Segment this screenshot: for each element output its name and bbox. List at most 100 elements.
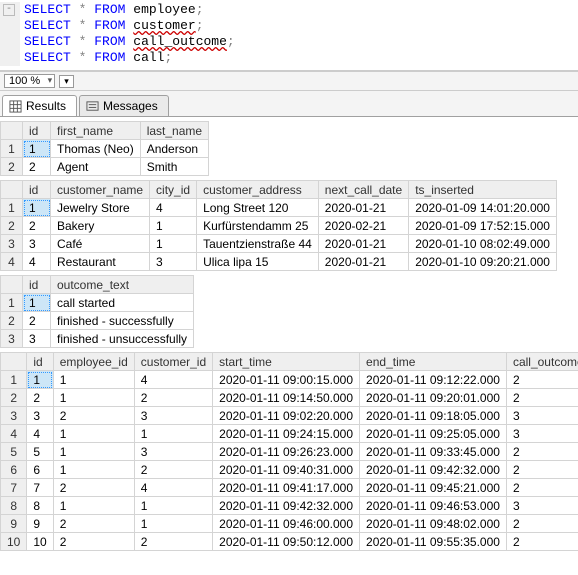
row-header[interactable]: 7 [1,479,27,497]
cell[interactable]: Bakery [51,217,150,235]
sql-line[interactable]: SELECT * FROM customer; [0,18,578,34]
zoom-dropdown[interactable]: 100 % [4,74,55,88]
cell[interactable]: 10 [27,533,53,551]
sql-editor[interactable]: -SELECT * FROM employee;SELECT * FROM cu… [0,0,578,71]
cell[interactable]: 2020-01-21 [318,199,408,217]
row-header[interactable]: 1 [1,371,27,389]
cell[interactable]: 2020-01-11 09:40:31.000 [213,461,360,479]
cell[interactable]: 2020-01-11 09:48:02.000 [360,515,507,533]
table-row[interactable]: 11Thomas (Neo)Anderson [1,140,209,158]
cell[interactable]: 3 [506,425,578,443]
cell[interactable]: 2 [27,389,53,407]
tab-messages[interactable]: Messages [79,95,169,116]
col-header[interactable]: last_name [140,122,208,140]
table-row[interactable]: 22Bakery1Kurfürstendamm 252020-02-212020… [1,217,557,235]
cell[interactable]: 2 [134,389,212,407]
cell[interactable]: 1 [23,199,51,217]
cell[interactable]: Thomas (Neo) [51,140,141,158]
cell[interactable]: 2020-01-11 09:50:12.000 [213,533,360,551]
cell[interactable]: 2020-01-21 [318,235,408,253]
col-header[interactable]: customer_address [197,181,319,199]
cell[interactable]: 2 [23,312,51,330]
row-header[interactable]: 3 [1,330,23,348]
row-header[interactable]: 9 [1,515,27,533]
table-row[interactable]: 33Café1Tauentzienstraße 442020-01-212020… [1,235,557,253]
cell[interactable]: 6 [27,461,53,479]
cell[interactable]: 1 [23,140,51,158]
cell[interactable]: 2020-01-09 14:01:20.000 [409,199,557,217]
cell[interactable]: 2 [134,461,212,479]
row-header[interactable]: 2 [1,389,27,407]
cell[interactable]: 2020-01-10 09:20:21.000 [409,253,557,271]
col-header[interactable]: end_time [360,353,507,371]
row-header[interactable]: 2 [1,217,23,235]
row-header[interactable]: 6 [1,461,27,479]
col-header[interactable]: id [23,122,51,140]
cell[interactable]: 1 [27,371,53,389]
cell[interactable]: 1 [53,497,134,515]
cell[interactable]: 3 [506,407,578,425]
cell[interactable]: 2 [506,371,578,389]
sql-text[interactable]: SELECT * FROM call; [20,50,172,66]
grid-employee[interactable]: idfirst_namelast_name11Thomas (Neo)Ander… [0,121,209,176]
row-header[interactable]: 10 [1,533,27,551]
col-header[interactable]: call_outcome_id [506,353,578,371]
cell[interactable]: Ulica lipa 15 [197,253,319,271]
cell[interactable]: 2 [506,443,578,461]
cell[interactable]: 2020-01-11 09:26:23.000 [213,443,360,461]
table-row[interactable]: 11142020-01-11 09:00:15.0002020-01-11 09… [1,371,578,389]
cell[interactable]: 2020-01-11 09:55:35.000 [360,533,507,551]
cell[interactable]: Jewelry Store [51,199,150,217]
cell[interactable]: 2020-01-11 09:25:05.000 [360,425,507,443]
cell[interactable]: Kurfürstendamm 25 [197,217,319,235]
cell[interactable]: 1 [53,443,134,461]
cell[interactable]: 2 [134,533,212,551]
row-header[interactable]: 2 [1,312,23,330]
col-header[interactable]: outcome_text [51,276,194,294]
cell[interactable]: 2 [23,217,51,235]
cell[interactable]: 2 [506,479,578,497]
row-header[interactable]: 2 [1,158,23,176]
cell[interactable]: finished - successfully [51,312,194,330]
cell[interactable]: Smith [140,158,208,176]
table-row[interactable]: 22AgentSmith [1,158,209,176]
cell[interactable]: 2020-01-11 09:18:05.000 [360,407,507,425]
row-header[interactable]: 1 [1,140,23,158]
cell[interactable]: 2 [506,515,578,533]
row-header[interactable]: 8 [1,497,27,515]
cell[interactable]: 2020-01-11 09:20:01.000 [360,389,507,407]
cell[interactable]: 2 [53,479,134,497]
grid-customer[interactable]: idcustomer_namecity_idcustomer_addressne… [0,180,557,271]
cell[interactable]: 2020-01-11 09:33:45.000 [360,443,507,461]
cell[interactable]: 3 [23,235,51,253]
cell[interactable]: 4 [27,425,53,443]
cell[interactable]: 4 [23,253,51,271]
table-row[interactable]: 22122020-01-11 09:14:50.0002020-01-11 09… [1,389,578,407]
cell[interactable]: 1 [23,294,51,312]
grid-outcome[interactable]: idoutcome_text11call started22finished -… [0,275,194,348]
table-row[interactable]: 11Jewelry Store4Long Street 1202020-01-2… [1,199,557,217]
cell[interactable]: 2 [506,389,578,407]
cell[interactable]: 2020-01-11 09:14:50.000 [213,389,360,407]
cell[interactable]: 2020-01-21 [318,253,408,271]
cell[interactable]: finished - unsuccessfully [51,330,194,348]
table-row[interactable]: 33finished - unsuccessfully [1,330,194,348]
cell[interactable]: 2020-02-21 [318,217,408,235]
cell[interactable]: 2020-01-11 09:24:15.000 [213,425,360,443]
zoom-extra-dropdown[interactable]: ▾ [59,75,74,88]
cell[interactable]: 2 [506,533,578,551]
cell[interactable]: 2 [506,461,578,479]
col-header[interactable]: next_call_date [318,181,408,199]
cell[interactable]: Anderson [140,140,208,158]
row-header[interactable]: 4 [1,425,27,443]
cell[interactable]: 1 [53,371,134,389]
cell[interactable]: 2020-01-11 09:02:20.000 [213,407,360,425]
col-header[interactable]: employee_id [53,353,134,371]
cell[interactable]: 4 [134,371,212,389]
row-header[interactable]: 1 [1,199,23,217]
row-header[interactable]: 3 [1,235,23,253]
col-header[interactable]: start_time [213,353,360,371]
cell[interactable]: 2020-01-11 09:46:53.000 [360,497,507,515]
cell[interactable]: 2020-01-10 08:02:49.000 [409,235,557,253]
sql-text[interactable]: SELECT * FROM call_outcome; [20,34,235,50]
